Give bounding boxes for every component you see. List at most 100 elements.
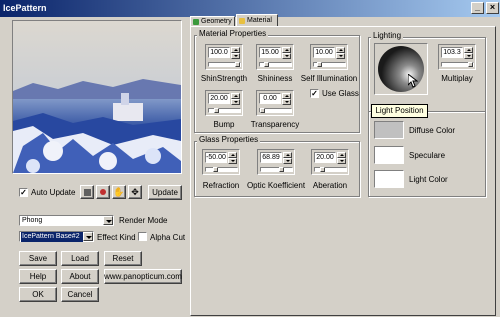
render-mode-select[interactable]: Phong <box>19 215 114 226</box>
use-glass-label: Use Glass <box>322 89 359 98</box>
spin-down-icon[interactable] <box>337 158 346 164</box>
chevron-down-icon[interactable] <box>103 216 113 225</box>
close-icon[interactable]: × <box>486 2 499 14</box>
multiplay-value[interactable]: 103.3 <box>441 47 463 58</box>
help-button[interactable]: Help <box>19 269 57 284</box>
slider-track[interactable] <box>259 108 292 113</box>
geometry-tab-icon <box>193 19 199 25</box>
website-link-button[interactable]: www.panopticum.com <box>104 269 182 284</box>
use-glass-checkbox[interactable]: ✓ <box>310 89 319 98</box>
slider-track[interactable] <box>208 108 241 113</box>
slider-thumb[interactable] <box>468 62 473 67</box>
spin-down-icon[interactable] <box>282 53 291 59</box>
update-button[interactable]: Update <box>148 185 182 200</box>
slider-thumb[interactable] <box>264 62 269 67</box>
bump-value[interactable]: 20.00 <box>208 93 230 104</box>
lighting-title: Lighting <box>371 31 404 40</box>
render-square-icon[interactable] <box>80 185 94 199</box>
shininess-value[interactable]: 15.00 <box>259 47 281 58</box>
landscape-preview <box>13 21 181 173</box>
slider-track[interactable] <box>314 167 347 172</box>
mouse-cursor-icon <box>408 74 418 88</box>
slider-track[interactable] <box>205 167 238 172</box>
cancel-button[interactable]: Cancel <box>61 287 99 302</box>
glass-properties-title: Glass Properties <box>197 135 261 144</box>
spin-down-icon[interactable] <box>464 53 473 59</box>
effect-kind-label: Effect Kind <box>97 233 136 242</box>
slider-thumb[interactable] <box>279 167 284 172</box>
spin-down-icon[interactable] <box>228 158 237 164</box>
shin-strength-label: ShinStrength <box>200 74 248 83</box>
refraction-value[interactable]: -50.00 <box>205 152 227 163</box>
slider-track[interactable] <box>259 62 292 67</box>
self-illumination-spinner[interactable]: 10.00 <box>310 44 348 70</box>
move-arrows-icon[interactable]: ✥ <box>128 185 142 199</box>
optic-koefficient-label: Optic Koefficient <box>246 181 306 190</box>
material-properties-title: Material Properties <box>197 29 269 38</box>
slider-track[interactable] <box>208 62 241 67</box>
shininess-label: Shininess <box>257 74 293 83</box>
transparency-spinner[interactable]: 0.00 <box>256 90 294 116</box>
about-button[interactable]: About <box>61 269 99 284</box>
diffuse-color-swatch[interactable] <box>374 121 404 139</box>
bump-label: Bump <box>213 120 235 129</box>
refraction-label: Refraction <box>202 181 240 190</box>
spin-down-icon[interactable] <box>282 99 291 105</box>
light-color-swatch[interactable] <box>374 170 404 188</box>
light-position-sphere[interactable] <box>374 43 428 95</box>
effect-kind-value: IcePattern Base#2 <box>21 232 83 242</box>
spin-down-icon[interactable] <box>336 53 345 59</box>
slider-track[interactable] <box>260 167 293 172</box>
load-button[interactable]: Load <box>61 251 99 266</box>
slider-thumb[interactable] <box>213 167 218 172</box>
aberration-value[interactable]: 20.00 <box>314 152 336 163</box>
ok-button[interactable]: OK <box>19 287 57 302</box>
bump-spinner[interactable]: 20.00 <box>205 90 243 116</box>
render-mode-label: Render Mode <box>119 216 168 225</box>
preview-image <box>12 20 182 174</box>
transparency-label: Transparency <box>250 120 300 129</box>
speculare-color-swatch[interactable] <box>374 146 404 164</box>
minimize-icon[interactable]: _ <box>471 2 484 14</box>
shin-strength-spinner[interactable]: 100.0 <box>205 44 243 70</box>
spin-down-icon[interactable] <box>283 158 292 164</box>
slider-thumb[interactable] <box>317 62 322 67</box>
multiplay-label: Multiplay <box>441 74 473 83</box>
slider-track[interactable] <box>313 62 346 67</box>
alpha-cut-label: Alpha Cut <box>150 233 186 242</box>
effect-kind-select[interactable]: IcePattern Base#2 <box>19 231 94 242</box>
auto-update-checkbox[interactable]: ✓ <box>19 188 28 197</box>
slider-thumb[interactable] <box>214 108 219 113</box>
tab-material-label: Material <box>247 17 272 24</box>
spin-down-icon[interactable] <box>231 53 240 59</box>
refraction-spinner[interactable]: -50.00 <box>202 149 240 175</box>
slider-thumb[interactable] <box>235 62 240 67</box>
shin-strength-value[interactable]: 100.0 <box>208 47 230 58</box>
aberration-label: Aberation <box>312 181 348 190</box>
light-color-label: Light Color <box>409 175 448 184</box>
optic-koefficient-value[interactable]: 68.89 <box>260 152 282 163</box>
auto-update-label: Auto Update <box>31 188 76 197</box>
record-dot-icon[interactable] <box>96 185 110 199</box>
save-button[interactable]: Save <box>19 251 57 266</box>
self-illumination-value[interactable]: 10.00 <box>313 47 335 58</box>
light-sphere-graphic <box>378 46 424 92</box>
material-tab-icon <box>239 18 245 24</box>
hand-pan-icon[interactable]: ✋ <box>112 185 126 199</box>
alpha-cut-checkbox[interactable] <box>138 232 147 241</box>
chevron-down-icon[interactable] <box>83 232 93 241</box>
slider-thumb[interactable] <box>320 167 325 172</box>
reset-button[interactable]: Reset <box>104 251 142 266</box>
shininess-spinner[interactable]: 15.00 <box>256 44 294 70</box>
spin-down-icon[interactable] <box>231 99 240 105</box>
transparency-value[interactable]: 0.00 <box>259 93 281 104</box>
tab-geometry-label: Geometry <box>201 18 232 25</box>
optic-koefficient-spinner[interactable]: 68.89 <box>257 149 295 175</box>
multiplay-spinner[interactable]: 103.3 <box>438 44 476 70</box>
aberration-spinner[interactable]: 20.00 <box>311 149 349 175</box>
slider-thumb[interactable] <box>260 108 265 113</box>
slider-track[interactable] <box>441 62 474 67</box>
light-position-tooltip: Light Position <box>371 104 428 118</box>
diffuse-color-label: Diffuse Color <box>409 126 456 135</box>
self-illumination-label: Self Illumination <box>300 74 358 83</box>
